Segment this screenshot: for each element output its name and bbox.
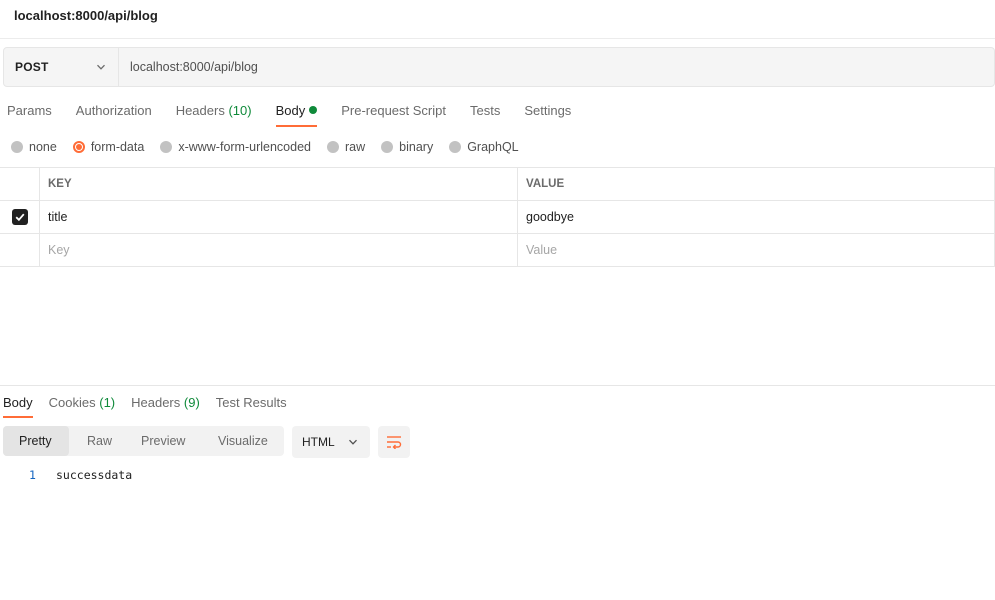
tab-label: Headers bbox=[131, 395, 181, 410]
column-header-value: VALUE bbox=[518, 168, 995, 200]
url-bar: POST localhost:8000/api/blog bbox=[3, 47, 995, 87]
response-tabs: Body Cookies (1) Headers (9) Test Result… bbox=[0, 393, 300, 418]
tab-label: Test Results bbox=[215, 395, 287, 410]
chevron-down-icon bbox=[97, 64, 105, 70]
tab-label: Body bbox=[275, 103, 306, 118]
view-preview[interactable]: Preview bbox=[127, 426, 202, 456]
view-pretty[interactable]: Pretty bbox=[3, 426, 69, 456]
radio-label: form-data bbox=[90, 140, 145, 154]
row-check-cell bbox=[0, 201, 40, 233]
tab-count: (10) bbox=[228, 103, 252, 118]
tab-label: Headers bbox=[175, 103, 225, 118]
radio-icon bbox=[327, 141, 339, 153]
row-checkbox[interactable] bbox=[11, 209, 28, 225]
header-check-cell bbox=[0, 168, 40, 200]
tab-body[interactable]: Body bbox=[275, 97, 318, 127]
radio-label: GraphQL bbox=[467, 140, 519, 154]
tab-settings[interactable]: Settings bbox=[524, 97, 571, 127]
wrap-lines-icon bbox=[387, 436, 402, 449]
radio-label: none bbox=[29, 140, 57, 154]
radio-selected-icon bbox=[72, 141, 85, 153]
code-line: successdata bbox=[56, 468, 133, 482]
body-indicator-dot bbox=[309, 106, 318, 114]
tab-count: (1) bbox=[99, 395, 116, 410]
tab-label: Pre-request Script bbox=[341, 103, 446, 118]
chevron-down-icon bbox=[349, 439, 357, 445]
radio-icon bbox=[160, 141, 173, 153]
key-placeholder-input[interactable]: Key bbox=[40, 234, 518, 266]
tab-authorization[interactable]: Authorization bbox=[76, 97, 152, 127]
format-label: HTML bbox=[302, 435, 335, 449]
response-divider[interactable] bbox=[0, 385, 995, 386]
url-input[interactable]: localhost:8000/api/blog bbox=[119, 48, 994, 86]
radio-icon bbox=[449, 141, 462, 153]
table-row-new: Key Value bbox=[0, 234, 995, 267]
title-bar: localhost:8000/api/blog bbox=[0, 0, 995, 39]
radio-label: x-www-form-urlencoded bbox=[178, 140, 311, 154]
tab-label: Settings bbox=[524, 103, 572, 118]
row-check-cell bbox=[0, 234, 40, 266]
method-select[interactable]: POST bbox=[4, 48, 119, 86]
view-mode-segmented: Pretty Raw Preview Visualize bbox=[3, 426, 284, 456]
value-input[interactable]: goodbye bbox=[518, 201, 995, 233]
tab-params[interactable]: Params bbox=[7, 97, 52, 127]
radio-label: binary bbox=[399, 140, 434, 154]
tab-headers[interactable]: Headers (10) bbox=[176, 97, 252, 127]
radio-none[interactable]: none bbox=[11, 140, 57, 154]
wrap-lines-button[interactable] bbox=[378, 426, 410, 458]
method-label: POST bbox=[15, 60, 49, 74]
format-select[interactable]: HTML bbox=[292, 426, 370, 458]
tab-label: Authorization bbox=[75, 103, 152, 118]
radio-raw[interactable]: raw bbox=[327, 140, 365, 154]
resp-tab-cookies[interactable]: Cookies (1) bbox=[49, 393, 115, 418]
tab-label: Cookies bbox=[48, 395, 96, 410]
radio-icon bbox=[11, 141, 23, 153]
tab-count: (9) bbox=[183, 395, 200, 410]
form-data-table: KEY VALUE title goodbye Key Value bbox=[0, 167, 995, 267]
tab-label: Body bbox=[3, 395, 33, 410]
body-type-radios: none form-data x-www-form-urlencoded raw… bbox=[11, 139, 535, 155]
key-input[interactable]: title bbox=[40, 201, 518, 233]
tab-label: Tests bbox=[469, 103, 501, 118]
table-header-row: KEY VALUE bbox=[0, 168, 995, 201]
radio-icon bbox=[381, 141, 394, 153]
window-title: localhost:8000/api/blog bbox=[14, 8, 158, 23]
check-icon bbox=[15, 213, 24, 222]
tab-tests[interactable]: Tests bbox=[470, 97, 500, 127]
radio-form-data[interactable]: form-data bbox=[72, 140, 145, 154]
tab-pre-request-script[interactable]: Pre-request Script bbox=[341, 97, 446, 127]
resp-tab-test-results[interactable]: Test Results bbox=[216, 393, 287, 418]
resp-tab-body[interactable]: Body bbox=[3, 393, 33, 418]
radio-binary[interactable]: binary bbox=[381, 140, 433, 154]
request-tabs: Params Authorization Headers (10) Body P… bbox=[0, 97, 588, 127]
view-visualize[interactable]: Visualize bbox=[202, 426, 284, 456]
radio-graphql[interactable]: GraphQL bbox=[449, 140, 519, 154]
tab-label: Params bbox=[7, 103, 52, 118]
resp-tab-headers[interactable]: Headers (9) bbox=[131, 393, 200, 418]
line-number: 1 bbox=[29, 468, 36, 482]
radio-label: raw bbox=[345, 140, 366, 154]
view-raw[interactable]: Raw bbox=[69, 426, 127, 456]
value-placeholder-input[interactable]: Value bbox=[518, 234, 995, 266]
radio-x-www-form-urlencoded[interactable]: x-www-form-urlencoded bbox=[160, 140, 311, 154]
table-row: title goodbye bbox=[0, 201, 995, 234]
column-header-key: KEY bbox=[40, 168, 518, 200]
